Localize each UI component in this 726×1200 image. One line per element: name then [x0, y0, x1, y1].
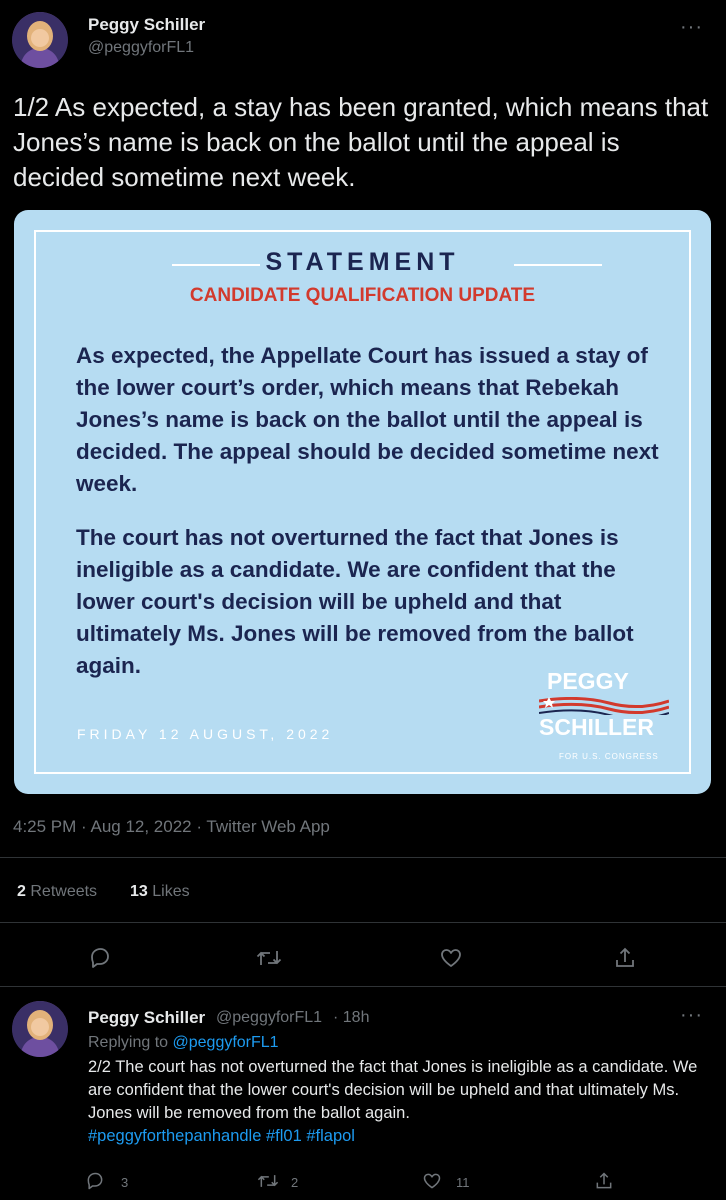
likes-count: 13	[130, 883, 148, 900]
statement-paragraph-1: As expected, the Appellate Court has iss…	[76, 343, 659, 496]
statement-paragraph-2: The court has not overturned the fact th…	[76, 525, 634, 678]
logo-line-2: SCHILLER	[539, 714, 654, 740]
retweet-count: 2	[291, 1175, 299, 1190]
replying-to-handle[interactable]: @peggyforFL1	[173, 1034, 279, 1051]
reply-avatar[interactable]	[12, 1001, 68, 1057]
retweets-stat[interactable]: 2 Retweets	[17, 883, 97, 901]
likes-stat[interactable]: 13 Likes	[130, 883, 190, 901]
share-icon[interactable]	[611, 944, 639, 972]
author-handle[interactable]: @peggyforFL1	[88, 39, 194, 57]
share-icon[interactable]	[593, 1170, 615, 1192]
heart-icon[interactable]	[437, 944, 465, 972]
divider	[0, 986, 726, 987]
statement-image[interactable]: STATEMENT CANDIDATE QUALIFICATION UPDATE…	[14, 210, 711, 794]
statement-title: STATEMENT	[265, 248, 460, 276]
reply-author-handle[interactable]: @peggyforFL1	[216, 1009, 322, 1027]
reply-count: 3	[121, 1175, 129, 1190]
reply-author-name[interactable]: Peggy Schiller	[88, 1008, 205, 1028]
retweet-icon[interactable]	[257, 1170, 279, 1192]
reply-hashtags[interactable]: #peggyforthepanhandle #fl01 #flapol	[88, 1127, 355, 1145]
divider	[0, 922, 726, 923]
retweets-label: Retweets	[30, 883, 98, 900]
tweet-timestamp[interactable]: 4:25 PM · Aug 12, 2022 · Twitter Web App	[13, 817, 330, 837]
more-icon[interactable]: ···	[680, 16, 703, 39]
statement-subtitle: CANDIDATE QUALIFICATION UPDATE	[189, 285, 536, 306]
author-name[interactable]: Peggy Schiller	[88, 15, 205, 35]
reply-icon[interactable]	[84, 1170, 106, 1192]
logo-line-1: PEGGY	[547, 668, 629, 694]
statement-date: FRIDAY 12 AUGUST, 2022	[77, 726, 334, 742]
like-count: 11	[456, 1175, 470, 1190]
reply-time[interactable]: · 18h	[333, 1009, 369, 1027]
retweet-icon[interactable]	[255, 944, 283, 972]
tweet-text: 1/2 As expected, a stay has been granted…	[13, 92, 709, 192]
replying-to: Replying to @peggyforFL1	[88, 1034, 279, 1052]
more-icon[interactable]: ···	[680, 1004, 703, 1027]
campaign-logo: PEGGY SCHILLER FOR U.S. CONGRESS	[539, 668, 679, 768]
retweets-count: 2	[17, 883, 26, 900]
reply-body: 2/2 The court has not overturned the fac…	[88, 1058, 698, 1122]
replying-to-label: Replying to	[88, 1034, 169, 1051]
heart-icon[interactable]	[421, 1170, 443, 1192]
likes-label: Likes	[152, 883, 190, 900]
reply-icon[interactable]	[86, 944, 114, 972]
flag-stripes-icon	[539, 697, 669, 715]
avatar[interactable]	[12, 12, 68, 68]
divider	[0, 857, 726, 858]
logo-tagline: FOR U.S. CONGRESS	[559, 752, 659, 761]
reply-text: 2/2 The court has not overturned the fac…	[88, 1056, 713, 1148]
